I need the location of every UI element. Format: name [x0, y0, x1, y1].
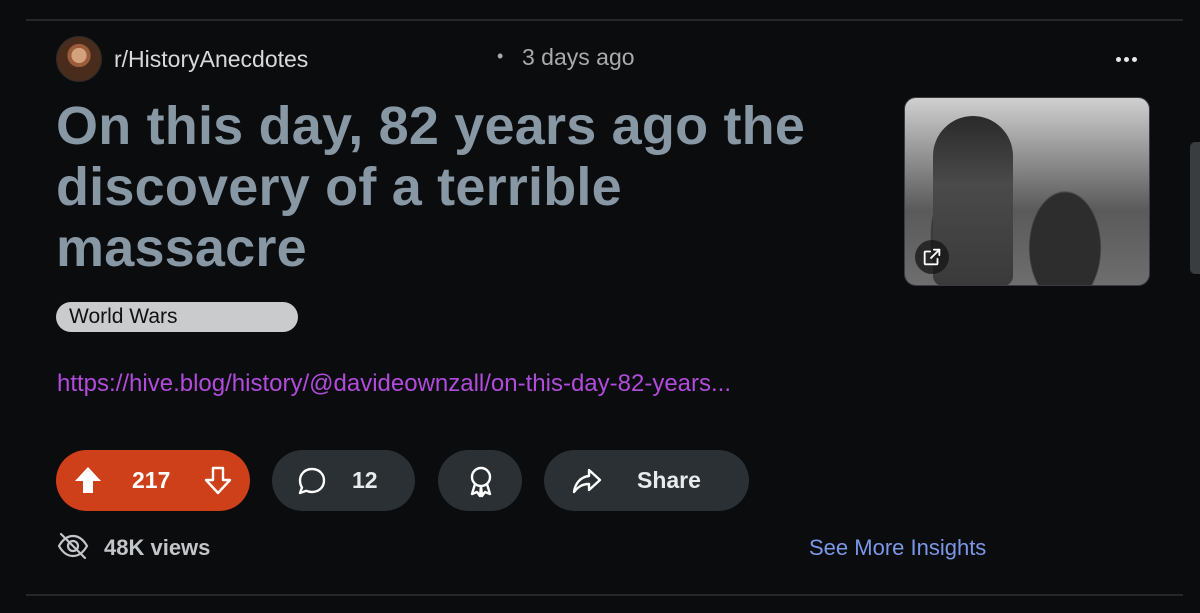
post-link[interactable]: https://hive.blog/history/@davideownzall… [57, 370, 731, 398]
scrollbar[interactable] [1190, 142, 1200, 274]
more-options-button[interactable] [1106, 42, 1146, 76]
post-time: 3 days ago [522, 44, 635, 70]
share-icon [571, 465, 603, 502]
comment-count: 12 [352, 467, 378, 493]
more-dot-icon [1131, 56, 1137, 62]
post-thumbnail[interactable] [904, 97, 1150, 286]
post-header: r/HistoryAnecdotes • 3 days ago [56, 36, 1160, 82]
subreddit-name[interactable]: r/HistoryAnecdotes [114, 46, 308, 73]
downvote-icon[interactable] [202, 464, 234, 496]
vote-control: 217 [56, 450, 250, 511]
external-link-icon [915, 240, 949, 274]
share-button[interactable]: Share [544, 450, 749, 511]
share-label: Share [637, 467, 701, 493]
flair-tag[interactable]: World Wars [56, 302, 298, 332]
comment-icon [296, 465, 328, 502]
award-icon [465, 464, 497, 503]
views-count: 48K views [104, 535, 211, 560]
more-dot-icon [1123, 56, 1129, 62]
award-button[interactable] [438, 450, 522, 511]
upvote-icon[interactable] [72, 464, 104, 496]
see-more-insights-link[interactable]: See More Insights [809, 535, 986, 561]
bottom-divider [26, 594, 1183, 596]
post-card: r/HistoryAnecdotes • 3 days ago On this … [0, 0, 1200, 613]
meta-separator: • [497, 46, 504, 66]
top-divider [26, 19, 1183, 21]
comments-button[interactable]: 12 [272, 450, 415, 511]
post-title[interactable]: On this day, 82 years ago the discovery … [56, 96, 876, 279]
views-icon [56, 531, 90, 566]
subreddit-avatar[interactable] [56, 36, 102, 82]
vote-count: 217 [132, 467, 171, 493]
view-stats: 48K views [56, 530, 210, 566]
more-dot-icon [1115, 56, 1121, 62]
